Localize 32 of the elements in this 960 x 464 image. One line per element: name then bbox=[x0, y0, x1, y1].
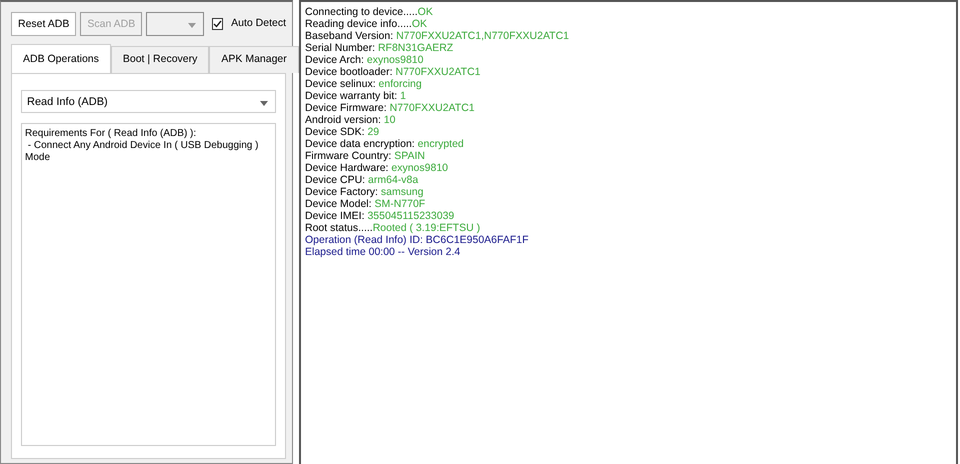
log-line: Operation (Read Info) ID: BC6C1E950A6FAF1F bbox=[305, 234, 530, 246]
log-line: Firmware Country: SPAIN bbox=[305, 150, 426, 162]
log-line: Device data encryption: encrypted bbox=[305, 138, 465, 150]
caret-icon bbox=[260, 100, 268, 106]
log-line: Device IMEI: 355045115233039 bbox=[305, 210, 456, 222]
requirement-line: - Connect Any Android Device In ( USB Debugging ) Mode bbox=[25, 140, 260, 164]
log-line: Device CPU: arm64-v8a bbox=[305, 174, 420, 186]
log-line: Elapsed time 00:00 -- Version 2.4 bbox=[305, 246, 462, 258]
caret-icon bbox=[188, 23, 196, 28]
auto-detect-label: Auto Detect bbox=[231, 16, 286, 32]
log-line: Device Hardware: exynos9810 bbox=[305, 162, 450, 174]
log-line: Device selinux: enforcing bbox=[305, 78, 423, 90]
log-line: Reading device info.....OK bbox=[305, 18, 428, 30]
log-line: Device bootloader: N770FXXU2ATC1 bbox=[305, 66, 482, 78]
tab[interactable]: ADB Operations bbox=[11, 44, 111, 73]
checkbox[interactable] bbox=[212, 18, 224, 30]
log-line: Device SDK: 29 bbox=[305, 126, 380, 138]
log-line: Serial Number: RF8N31GAERZ bbox=[305, 42, 454, 54]
log-line: Device Factory: samsung bbox=[305, 186, 424, 198]
log-line: Device Arch: exynos9810 bbox=[305, 54, 424, 66]
log-line: Device Firmware: N770FXXU2ATC1 bbox=[305, 102, 476, 114]
requirement-line: Requirements For ( Read Info (ADB) ): bbox=[25, 128, 198, 140]
log-line: Android version: 10 bbox=[305, 114, 396, 126]
tab[interactable]: Boot | Recovery bbox=[110, 46, 210, 73]
reset-button[interactable]: Reset ADB bbox=[11, 12, 76, 36]
log-line: Device warranty bit: 1 bbox=[305, 90, 407, 102]
tab[interactable]: APK Manager bbox=[209, 46, 299, 73]
log-line: Root status.....Rooted ( 3.19:EFTSU ) bbox=[305, 222, 482, 234]
log-line: Baseband Version: N770FXXU2ATC1,N770FXXU2ATC1 bbox=[305, 30, 570, 42]
operation-select[interactable]: Read Info (ADB) bbox=[21, 90, 276, 113]
log-line: Device Model: SM-N770F bbox=[305, 198, 426, 210]
log-line: Connecting to device.....OK bbox=[305, 6, 434, 18]
